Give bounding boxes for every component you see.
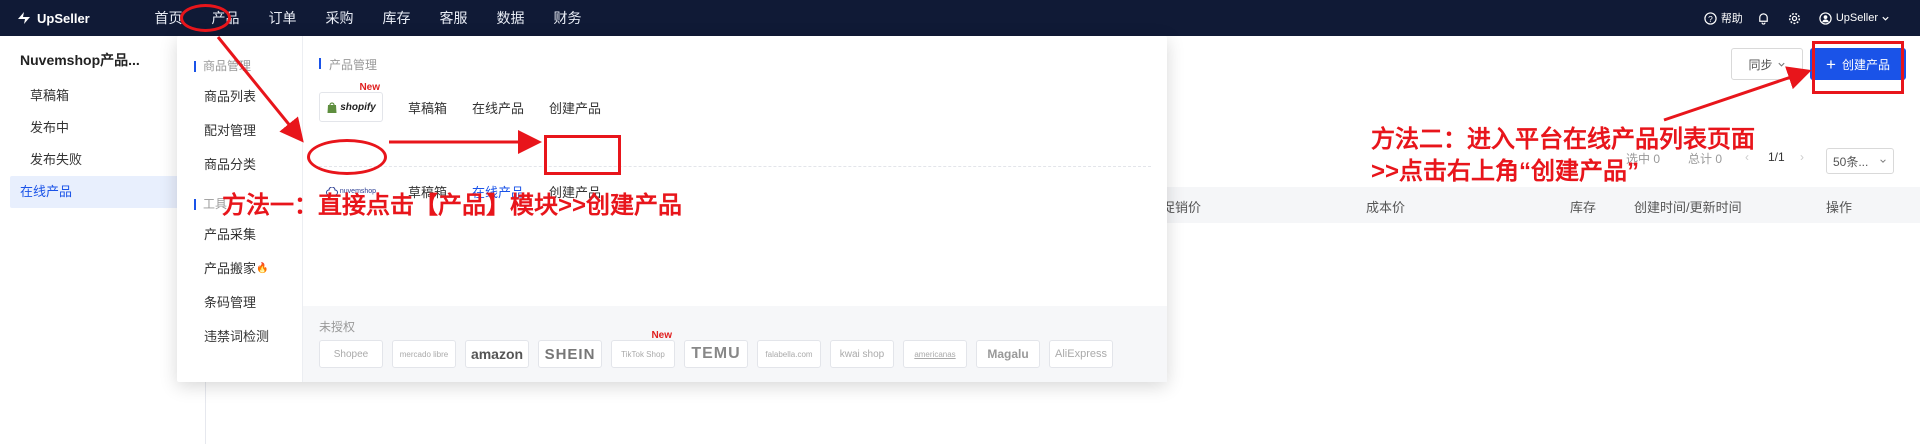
- section-product-management: 商品管理: [177, 56, 302, 76]
- shopify-logo: shopify New: [319, 82, 383, 122]
- annotation-method-two-line2: >>点击右上角“创建产品”: [1371, 158, 1640, 185]
- col-stock: 库存: [1570, 200, 1597, 215]
- platform-kwai-shop[interactable]: kwai shop: [830, 340, 894, 368]
- nav-data[interactable]: 数据: [482, 8, 539, 28]
- user-avatar-icon: [1819, 11, 1832, 25]
- menu-prohibited-words[interactable]: 违禁词检测: [177, 320, 302, 354]
- nav-inventory[interactable]: 库存: [368, 8, 425, 28]
- nav-service[interactable]: 客服: [425, 8, 482, 28]
- shopify-drafts-link[interactable]: 草稿箱: [408, 98, 447, 117]
- upseller-logo[interactable]: UpSeller: [16, 10, 126, 26]
- notification-button[interactable]: [1757, 12, 1774, 25]
- upseller-logo-icon: [18, 12, 30, 24]
- col-time: 创建时间/更新时间: [1634, 200, 1742, 215]
- platform-tiktok-shop[interactable]: TikTok Shop New: [611, 330, 675, 368]
- tiktok-shop-label: TikTok Shop: [621, 349, 665, 359]
- chevron-down-icon: [1882, 16, 1889, 21]
- svg-text:?: ?: [1708, 13, 1713, 23]
- shopify-create-link[interactable]: 创建产品: [549, 98, 601, 117]
- bell-icon: [1758, 12, 1768, 25]
- shopify-online-link[interactable]: 在线产品: [472, 98, 524, 117]
- platform-amazon[interactable]: amazon: [465, 340, 529, 368]
- sync-label: 同步: [1748, 57, 1773, 72]
- col-action: 操作: [1826, 200, 1853, 215]
- chevron-down-icon: [1880, 159, 1886, 163]
- shopify-logo-text: shopify: [340, 101, 376, 113]
- help-button[interactable]: ? 帮助: [1704, 10, 1743, 26]
- col-promo-price: 促销价: [1162, 200, 1202, 215]
- user-name: UpSeller: [1835, 12, 1878, 24]
- shopify-bag-icon: [327, 101, 337, 113]
- help-icon: ?: [1704, 11, 1717, 25]
- platform-shopee[interactable]: Shopee: [319, 340, 383, 368]
- fire-icon: 🔥: [256, 263, 269, 274]
- col-cost-price: 成本价: [1366, 200, 1406, 215]
- settings-button[interactable]: [1788, 12, 1805, 25]
- annotation-method-two-line1: 方法二：进入平台在线产品列表页面: [1371, 126, 1755, 153]
- nav-purchase[interactable]: 采购: [311, 8, 368, 28]
- annotation-method-one: 方法一：直接点击【产品】模块>>创建产品: [222, 192, 683, 219]
- menu-migrate[interactable]: 产品搬家🔥: [177, 252, 302, 286]
- sidebar: Nuvemshop产品... 草稿箱 发布中 发布失败 在线产品: [0, 36, 206, 444]
- annotation-circle-nuvemshop: [307, 139, 387, 175]
- sidebar-item-drafts[interactable]: 草稿箱: [10, 80, 195, 112]
- platform-falabella[interactable]: falabella.com: [757, 340, 821, 368]
- menu-pairing[interactable]: 配对管理: [177, 114, 302, 148]
- platform-americanas[interactable]: americanas: [903, 340, 967, 368]
- panel-title: 产品管理: [319, 56, 377, 73]
- page-indicator: 1/1: [1768, 150, 1785, 164]
- sync-button[interactable]: 同步: [1731, 48, 1803, 80]
- annotation-box-create-button: [1812, 41, 1904, 94]
- chevron-down-icon: [1777, 62, 1785, 67]
- menu-barcode[interactable]: 条码管理: [177, 286, 302, 320]
- menu-collect[interactable]: 产品采集: [177, 218, 302, 252]
- unauthorized-title: 未授权: [319, 320, 356, 334]
- sidebar-item-publishing[interactable]: 发布中: [10, 112, 195, 144]
- help-label: 帮助: [1720, 13, 1743, 25]
- user-menu[interactable]: UpSeller: [1819, 11, 1894, 25]
- platform-aliexpress[interactable]: AliExpress: [1049, 340, 1113, 368]
- new-badge: New: [651, 330, 672, 341]
- annotation-box-create-link: [544, 135, 621, 175]
- unauthorized-section: 未授权 Shopee mercado libre amazon SHEIN Ti…: [303, 306, 1167, 382]
- sidebar-item-failed[interactable]: 发布失败: [10, 144, 195, 176]
- menu-product-list[interactable]: 商品列表: [177, 80, 302, 114]
- new-badge: New: [359, 82, 380, 93]
- page-size-value: 50条...: [1833, 154, 1869, 169]
- platform-mercado-libre[interactable]: mercado libre: [392, 340, 456, 368]
- next-page-icon[interactable]: ›: [1800, 150, 1804, 164]
- logo-text: UpSeller: [37, 10, 90, 26]
- platform-temu[interactable]: TEMU: [684, 340, 748, 368]
- nav-finance[interactable]: 财务: [539, 8, 596, 28]
- shopify-row: shopify New 草稿箱 在线产品 创建产品: [319, 82, 601, 127]
- page-size-select[interactable]: 50条...: [1826, 148, 1894, 174]
- annotation-circle-products-nav: [180, 4, 231, 32]
- sidebar-item-online[interactable]: 在线产品: [10, 176, 195, 208]
- gear-icon: [1788, 12, 1800, 24]
- menu-migrate-label: 产品搬家: [204, 261, 257, 276]
- row-divider: [319, 166, 1151, 167]
- top-nav-bar: UpSeller 首页 产品 订单 采购 库存 客服 数据 财务 ? 帮助 Up…: [0, 0, 1920, 36]
- platform-magalu[interactable]: Magalu: [976, 340, 1040, 368]
- menu-categories[interactable]: 商品分类: [177, 148, 302, 182]
- nav-orders[interactable]: 订单: [254, 8, 311, 28]
- platform-shein[interactable]: SHEIN: [538, 340, 602, 368]
